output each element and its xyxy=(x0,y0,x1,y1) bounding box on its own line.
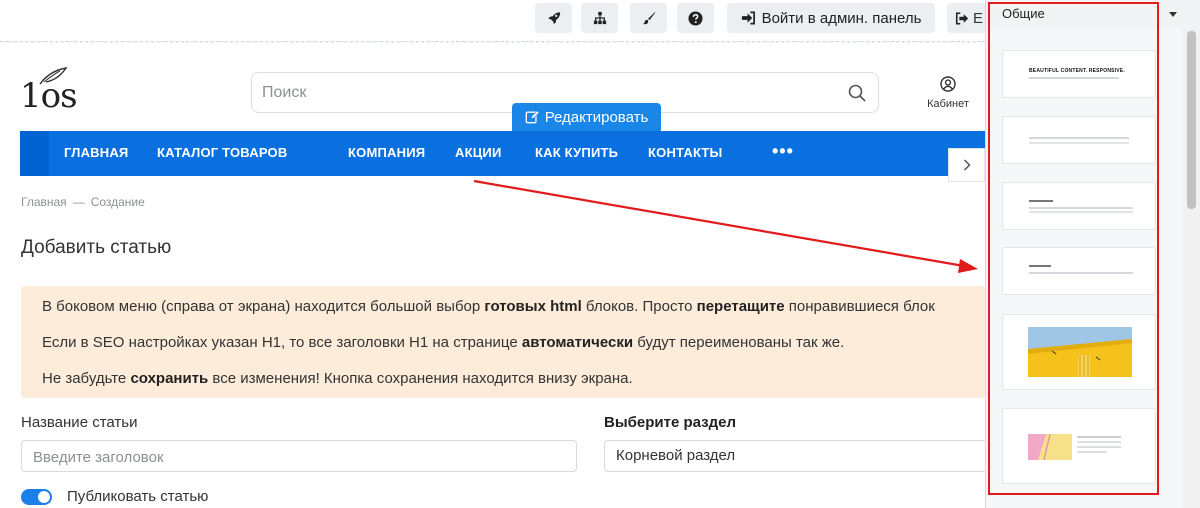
toggle-knob xyxy=(38,491,50,503)
article-title-input[interactable] xyxy=(33,447,532,467)
nav-more-button[interactable]: ••• xyxy=(772,141,794,162)
block-heading xyxy=(1029,265,1051,267)
notice-line-2: Если в SEO настройках указан H1, то все … xyxy=(42,334,845,351)
edit-button[interactable]: Редактировать xyxy=(512,103,661,131)
edit-icon xyxy=(525,110,539,124)
rocket-button[interactable] xyxy=(535,3,572,33)
caret-down-icon xyxy=(1169,12,1177,17)
block-text-line xyxy=(1029,272,1133,274)
pink-building-image xyxy=(1028,434,1072,460)
blocks-sidebar: Общие BEAUTIFUL CONTENT. RESPONSIVE. xyxy=(985,0,1200,508)
breadcrumb-current: Создание xyxy=(90,195,145,209)
block-category-value: Общие xyxy=(1002,6,1045,21)
block-thumbnail[interactable] xyxy=(1002,314,1156,390)
sign-out-label: Е xyxy=(973,9,984,27)
block-text-line xyxy=(1077,451,1107,453)
nav-item-catalog[interactable]: КАТАЛОГ ТОВАРОВ xyxy=(157,145,287,160)
article-title-field xyxy=(21,440,577,472)
article-title-label: Название статьи xyxy=(21,414,138,431)
block-text-line xyxy=(1029,142,1129,144)
cabinet-link[interactable]: Кабинет xyxy=(920,76,976,110)
block-text-line xyxy=(1029,77,1119,79)
section-select-value: Корневой раздел xyxy=(616,447,736,464)
logo-text: 1os xyxy=(20,76,78,116)
site-logo[interactable]: 1os xyxy=(20,64,78,116)
block-heading xyxy=(1029,200,1053,202)
nav-item-how-to-buy[interactable]: КАК КУПИТЬ xyxy=(535,145,618,160)
sign-out-button[interactable]: Е xyxy=(947,3,985,33)
block-text-line xyxy=(1029,207,1133,209)
scrollbar-thumb[interactable] xyxy=(1187,31,1196,209)
sign-in-icon xyxy=(741,11,755,25)
breadcrumb: Главная — Создание xyxy=(21,195,145,209)
brush-icon xyxy=(642,11,655,25)
question-icon xyxy=(688,10,703,26)
page: Войти в админ. панель Е 1os Кабинет Реда… xyxy=(0,0,1200,508)
nav-item-home[interactable]: ГЛАВНАЯ xyxy=(64,145,128,160)
block-text-line xyxy=(1077,446,1121,448)
block-thumbnail[interactable]: BEAUTIFUL CONTENT. RESPONSIVE. xyxy=(1002,50,1156,98)
block-thumbnail[interactable] xyxy=(1002,182,1156,230)
nav-left-strip xyxy=(20,131,49,176)
publish-toggle[interactable] xyxy=(21,489,52,505)
publish-label: Публиковать статью xyxy=(67,488,209,505)
help-button[interactable] xyxy=(677,3,714,33)
admin-login-label: Войти в админ. панель xyxy=(761,9,922,27)
notice-line-1: В боковом меню (справа от экрана) находи… xyxy=(42,298,935,315)
search-input[interactable] xyxy=(262,81,842,105)
block-thumbnail[interactable] xyxy=(1002,247,1156,295)
nav-item-company[interactable]: КОМПАНИЯ xyxy=(348,145,425,160)
breadcrumb-home[interactable]: Главная xyxy=(21,195,67,209)
section-select[interactable]: Корневой раздел xyxy=(604,440,985,472)
sign-out-icon xyxy=(955,11,969,25)
notice-line-3: Не забудьте сохранить все изменения! Кно… xyxy=(42,370,633,387)
yellow-building-image xyxy=(1028,327,1132,377)
toolbar-divider xyxy=(0,40,985,44)
main-nav: ГЛАВНАЯ КАТАЛОГ ТОВАРОВ КОМПАНИЯ АКЦИИ К… xyxy=(20,131,985,176)
chevron-right-icon xyxy=(963,159,971,171)
sitemap-icon xyxy=(593,11,606,25)
edit-label: Редактировать xyxy=(544,108,649,126)
section-label: Выберите раздел xyxy=(604,414,737,431)
search-icon[interactable] xyxy=(848,84,866,102)
block-text-line xyxy=(1077,441,1121,443)
rocket-icon xyxy=(547,12,560,25)
blocks-list: BEAUTIFUL CONTENT. RESPONSIVE. xyxy=(986,30,1183,508)
sitemap-button[interactable] xyxy=(581,3,618,33)
block-category-select[interactable]: Общие xyxy=(986,0,1183,30)
breadcrumb-separator: — xyxy=(72,195,85,209)
user-circle-icon xyxy=(940,76,956,92)
page-title: Добавить статью xyxy=(21,237,172,258)
info-notice: В боковом меню (справа от экрана) находи… xyxy=(21,286,985,398)
cabinet-label: Кабинет xyxy=(927,98,969,110)
brush-button[interactable] xyxy=(630,3,667,33)
admin-login-button[interactable]: Войти в админ. панель xyxy=(727,3,935,33)
nav-item-contacts[interactable]: КОНТАКТЫ xyxy=(648,145,722,160)
block-thumbnail[interactable] xyxy=(1002,116,1156,164)
block-thumbnail[interactable] xyxy=(1002,408,1156,484)
nav-scroll-right-button[interactable] xyxy=(948,148,985,182)
block-text-line xyxy=(1077,436,1121,438)
block-heading: BEAUTIFUL CONTENT. RESPONSIVE. xyxy=(1029,68,1125,74)
admin-toolbar: Войти в админ. панель xyxy=(0,0,985,44)
nav-item-promotions[interactable]: АКЦИИ xyxy=(455,145,502,160)
block-text-line xyxy=(1029,211,1133,213)
block-text-line xyxy=(1029,137,1129,139)
sidebar-scrollbar[interactable] xyxy=(1183,28,1200,508)
